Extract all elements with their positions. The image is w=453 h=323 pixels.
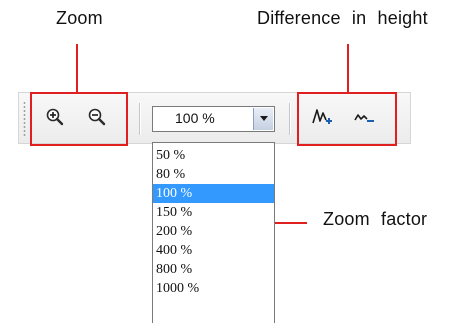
zoom-option[interactable]: 1000 % (153, 279, 274, 298)
zoom-factor-callout-label: Zoom factor (323, 209, 428, 229)
height-decrease-button[interactable] (352, 106, 378, 132)
zoom-factor-value: 100 % (175, 110, 215, 126)
height-increase-button[interactable] (310, 106, 336, 132)
zoom-option[interactable]: 800 % (153, 260, 274, 279)
dropdown-arrow-button[interactable] (253, 108, 273, 130)
zoom-option[interactable]: 80 % (153, 165, 274, 184)
zoom-option[interactable]: 200 % (153, 222, 274, 241)
zoom-callout-line (76, 44, 78, 92)
profile-minus-icon (353, 107, 377, 132)
difference-in-height-callout-label: Difference in height (257, 8, 428, 28)
magnifier-plus-icon (45, 107, 65, 132)
zoom-option[interactable]: 150 % (153, 203, 274, 222)
zoom-option-selected[interactable]: 100 % (153, 184, 274, 203)
height-callout-line (347, 44, 349, 92)
toolbar-separator (139, 103, 140, 135)
toolbar-separator (289, 103, 290, 135)
zoom-in-button[interactable] (42, 106, 68, 132)
zoom-callout-label: Zoom (56, 8, 103, 28)
profile-plus-icon (311, 107, 335, 132)
zoom-option[interactable]: 400 % (153, 241, 274, 260)
magnifier-minus-icon (87, 107, 107, 132)
chevron-down-icon (259, 110, 269, 128)
zoom-factor-select[interactable]: 100 % (152, 106, 275, 132)
zoom-option[interactable]: 50 % (153, 146, 274, 165)
zoom-factor-dropdown-list: 50 % 80 % 100 % 150 % 200 % 400 % 800 % … (152, 142, 275, 323)
zoom-out-button[interactable] (84, 106, 110, 132)
toolbar-grip-handle[interactable] (23, 101, 26, 137)
